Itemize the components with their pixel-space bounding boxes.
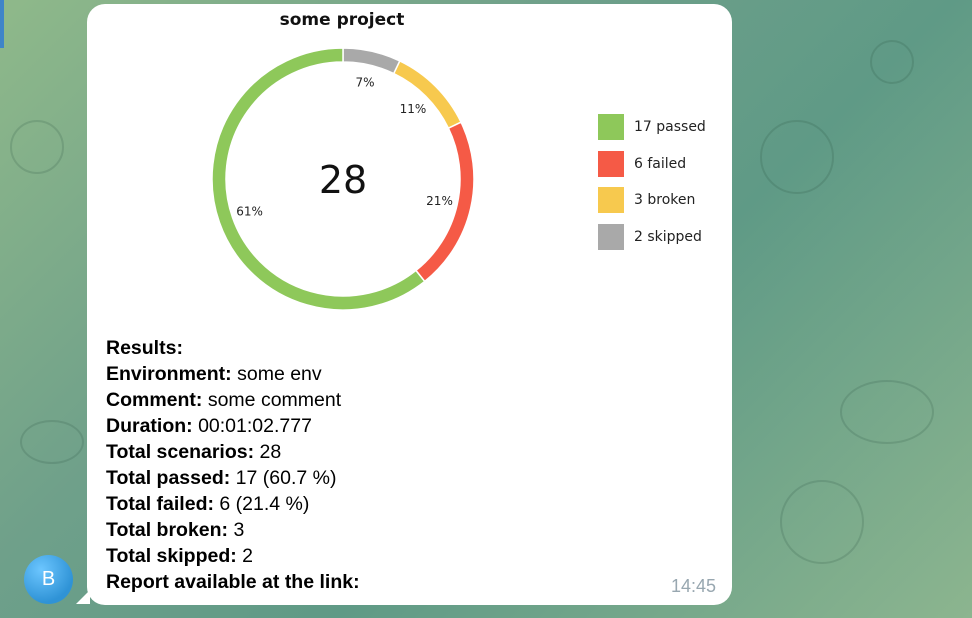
legend-label: 2 skipped <box>634 228 702 245</box>
results-key: Total skipped: <box>106 545 237 567</box>
wallpaper-doodle <box>840 380 934 444</box>
legend-item: 6 failed <box>598 150 706 177</box>
results-line: Report available at the link: <box>106 569 360 595</box>
results-value: 00:01:02.777 <box>192 415 312 437</box>
results-value: 17 (60.7 %) <box>230 467 337 489</box>
legend-label: 6 failed <box>634 155 687 172</box>
results-line: Environment: some env <box>106 361 360 387</box>
results-key: Report available at the link: <box>106 571 360 593</box>
slice-percent-label-failed: 21% <box>426 194 453 208</box>
results-key: Total failed: <box>106 493 214 515</box>
results-value: some env <box>231 363 322 385</box>
results-value: 2 <box>236 545 253 567</box>
donut-slice-skipped <box>342 47 401 75</box>
results-line: Total broken: 3 <box>106 517 360 543</box>
message-bubble[interactable]: some project 7% 11% 21% 61% 28 17 passed 6 fa… <box>87 4 732 605</box>
avatar-letter: B <box>41 568 56 590</box>
donut-slice-broken <box>392 59 463 130</box>
legend-item: 17 passed <box>598 114 706 140</box>
results-key: Total broken: <box>106 519 229 541</box>
slice-percent-label-passed: 61% <box>236 205 263 219</box>
donut-center-total: 28 <box>319 158 367 202</box>
slice-percent-label-skipped: 7% <box>356 75 375 89</box>
results-text: Results: Environment: some env Comment: so… <box>106 335 360 595</box>
wallpaper-doodle <box>780 480 864 564</box>
legend-swatch <box>598 150 624 177</box>
wallpaper-doodle <box>20 420 84 464</box>
results-line: Total passed: 17 (60.7 %) <box>106 465 360 491</box>
results-line: Total scenarios: 28 <box>106 439 360 465</box>
results-key: Total passed: <box>106 467 231 489</box>
wallpaper-doodle <box>10 120 64 174</box>
wallpaper-doodle <box>760 120 834 194</box>
wallpaper-doodle <box>870 40 914 84</box>
donut-chart: 7% 11% 21% 61% 28 <box>211 47 475 311</box>
results-value: 3 <box>228 519 245 541</box>
results-line: Total failed: 6 (21.4 %) <box>106 491 360 517</box>
results-value: some comment <box>202 389 342 411</box>
legend-swatch <box>598 223 624 250</box>
window-edge-accent <box>0 0 4 48</box>
legend-label: 17 passed <box>634 119 706 135</box>
results-key: Total scenarios: <box>106 441 255 463</box>
results-key: Comment: <box>106 389 203 411</box>
message-timestamp: 14:45 <box>670 576 716 596</box>
results-line: Total skipped: 2 <box>106 543 360 569</box>
legend-swatch <box>598 114 624 140</box>
results-key: Duration: <box>106 415 193 437</box>
results-line: Duration: 00:01:02.777 <box>106 413 360 439</box>
results-line: Comment: some comment <box>106 387 360 413</box>
chart-legend: 17 passed 6 failed 3 broken 2 skipped <box>598 114 706 260</box>
legend-item: 3 broken <box>598 187 706 213</box>
results-value: 6 (21.4 %) <box>213 493 310 515</box>
legend-item: 2 skipped <box>598 223 706 250</box>
results-value: 28 <box>254 441 282 463</box>
legend-label: 3 broken <box>634 192 696 208</box>
results-line: Results: <box>106 335 360 361</box>
legend-swatch <box>598 187 624 213</box>
results-key: Results: <box>106 337 183 359</box>
sender-avatar[interactable]: B <box>24 555 73 604</box>
slice-percent-label-broken: 11% <box>400 102 427 116</box>
results-key: Environment: <box>106 363 232 385</box>
